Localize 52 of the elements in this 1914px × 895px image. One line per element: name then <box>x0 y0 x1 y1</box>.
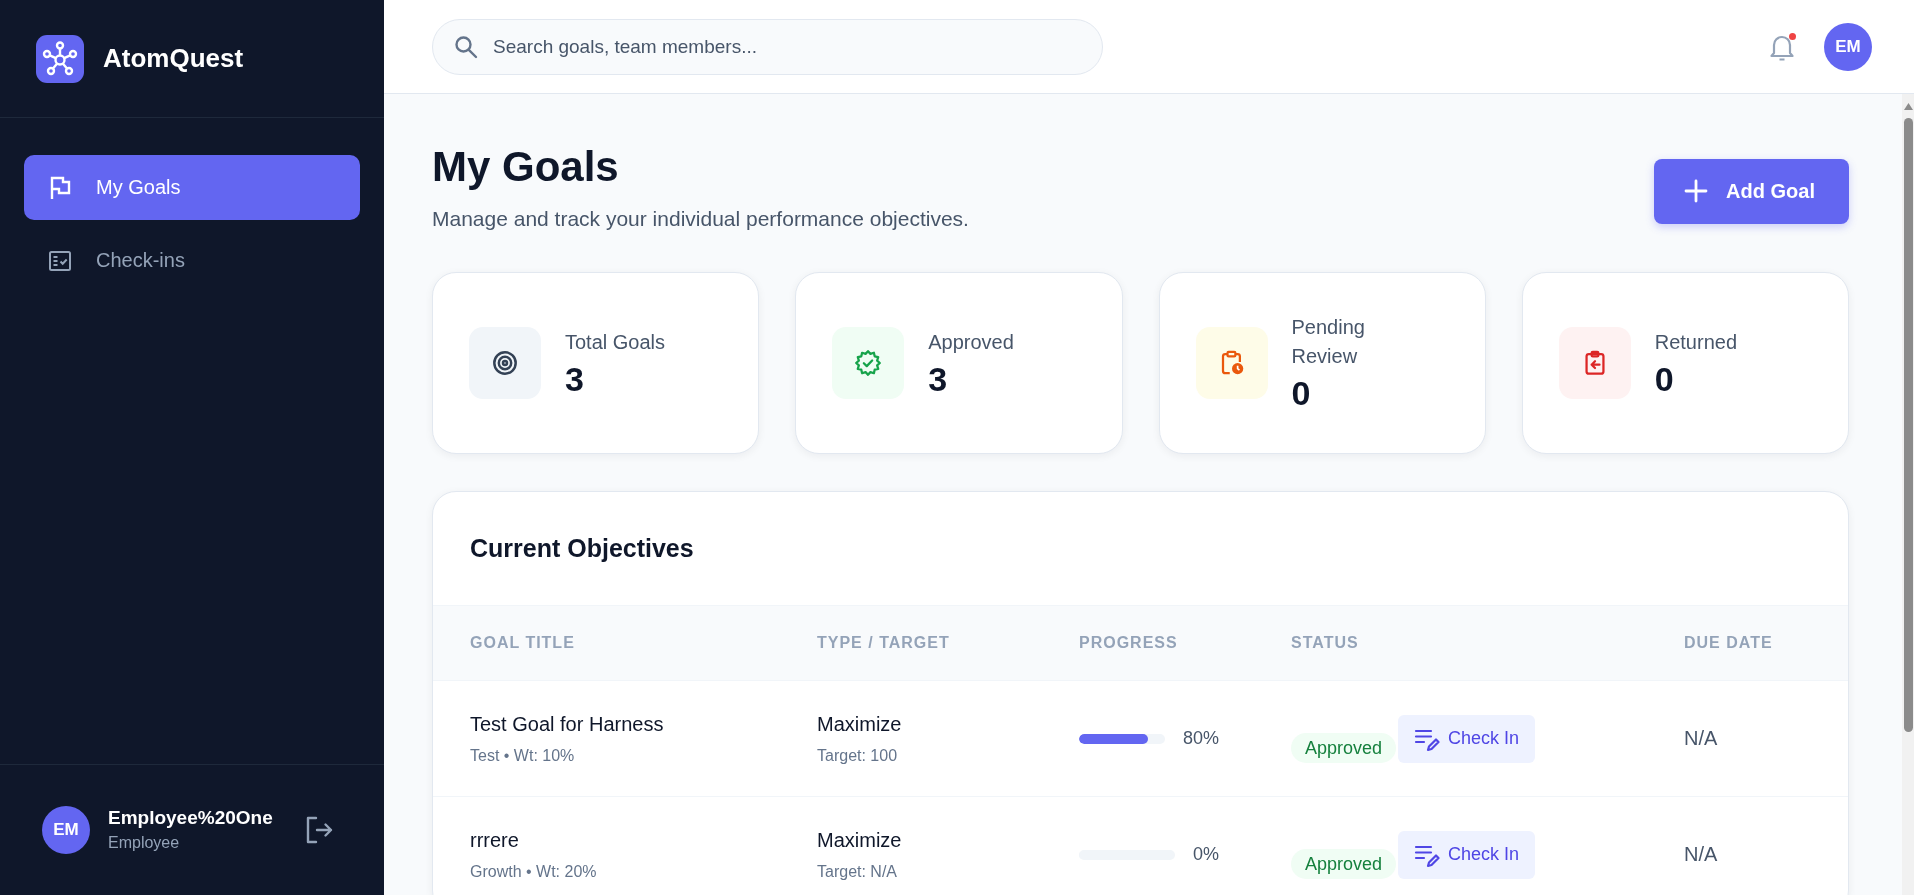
goal-meta: Test • Wt: 10% <box>470 746 575 766</box>
flag-icon <box>48 175 72 200</box>
stat-label: Total Goals <box>565 329 666 355</box>
user-avatar[interactable]: EM <box>1824 22 1872 71</box>
column-header: STATUS <box>1291 634 1360 652</box>
column-header: DUE DATE <box>1684 634 1774 652</box>
nav-item[interactable]: My Goals <box>24 155 360 220</box>
due-date: N/A <box>1684 843 1719 866</box>
due-date: N/A <box>1684 727 1719 750</box>
network-logo-icon <box>36 34 84 83</box>
user-name: Employee%20One <box>108 806 273 830</box>
goal-type: Maximize <box>817 828 902 853</box>
user-avatar: EM <box>42 806 90 854</box>
badge-check-icon <box>832 327 905 399</box>
stat-label: Pending Review <box>1291 315 1366 369</box>
card-title: Current Objectives <box>470 534 694 563</box>
nav-item[interactable]: Check-ins <box>24 228 360 293</box>
goal-meta: Growth • Wt: 20% <box>470 862 597 882</box>
stat-value: 3 <box>565 358 585 399</box>
logout-icon[interactable] <box>305 816 333 844</box>
goal-target: Target: 100 <box>817 746 898 766</box>
goal-title: Test Goal for Harness <box>470 712 664 737</box>
target-icon <box>469 327 541 399</box>
brand-name: AtomQuest <box>103 43 244 74</box>
stat-label: Approved <box>928 329 1014 355</box>
page-title: My Goals <box>432 142 620 192</box>
progress-percent: 0% <box>1193 844 1219 865</box>
scroll-up-icon[interactable] <box>1903 103 1913 110</box>
stat-value: 0 <box>1291 373 1312 413</box>
check-in-button[interactable]: Check In <box>1398 830 1536 879</box>
search-field[interactable]: Search goals, team members... <box>432 18 1103 75</box>
stat-value: 3 <box>928 358 949 399</box>
clipboard-clock-icon <box>1195 327 1268 399</box>
goal-title: rrrere <box>470 828 519 853</box>
column-header: GOAL TITLE <box>470 634 576 652</box>
column-header: TYPE / TARGET <box>817 634 951 652</box>
page-subtitle: Manage and track your individual performance objectives. <box>432 206 969 232</box>
search-icon <box>454 34 478 59</box>
user-role: Employee <box>108 833 181 853</box>
stat-value: 0 <box>1654 358 1675 399</box>
column-header: PROGRESS <box>1079 634 1179 652</box>
status-badge: Approved <box>1291 848 1397 879</box>
plus-icon <box>1684 179 1709 203</box>
goal-type: Maximize <box>817 712 902 737</box>
stat-label: Returned <box>1654 329 1738 355</box>
check-in-button[interactable]: Check In <box>1398 714 1536 763</box>
status-badge: Approved <box>1291 732 1397 763</box>
progress-percent: 80% <box>1182 728 1219 749</box>
goal-target: Target: N/A <box>817 862 898 882</box>
add-goal-button[interactable]: Add Goal <box>1654 158 1849 224</box>
scrollbar-thumb[interactable] <box>1903 118 1913 732</box>
checklist-icon <box>48 248 72 273</box>
